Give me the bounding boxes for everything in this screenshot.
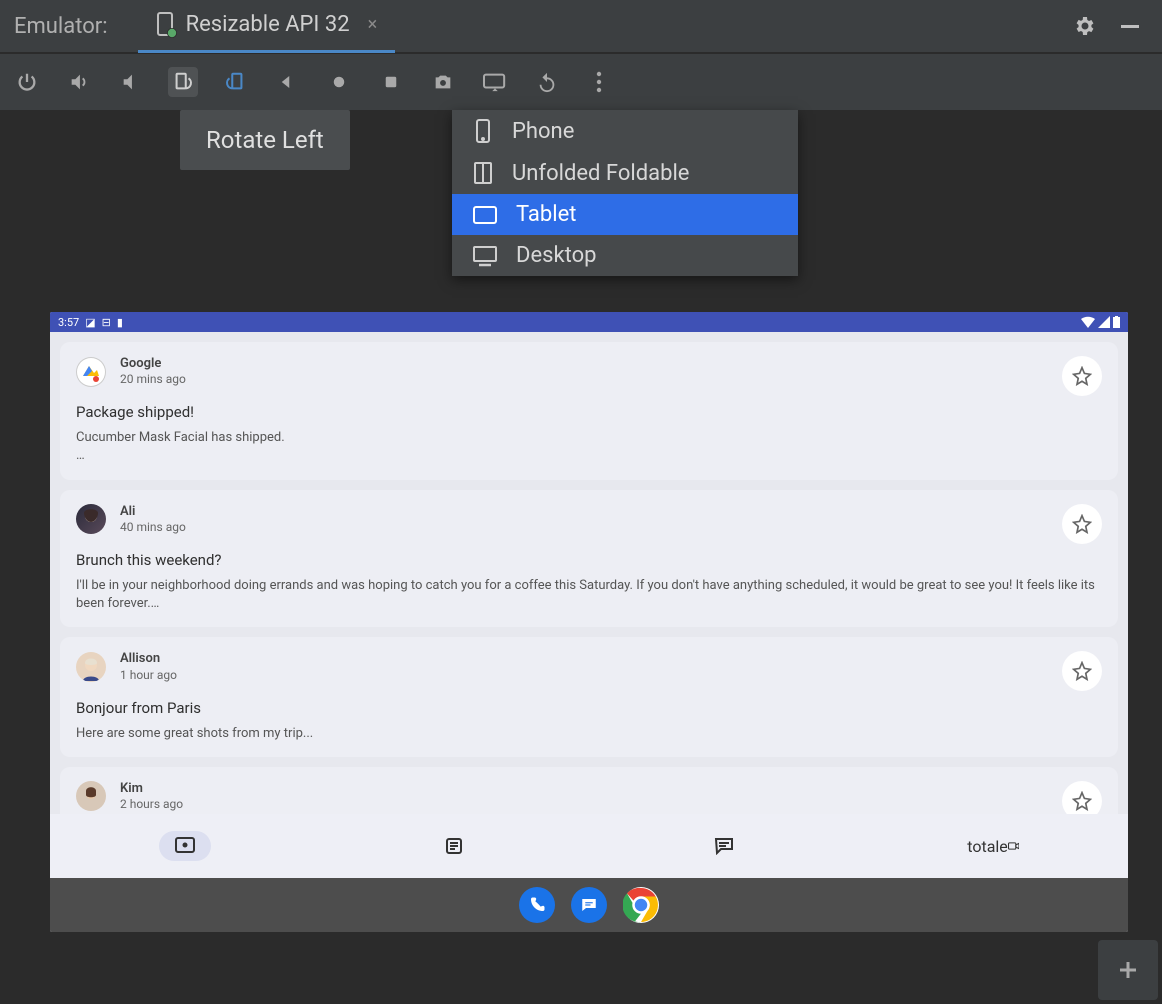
- volume-up-button[interactable]: [64, 67, 94, 97]
- email-card[interactable]: Allison 1 hour ago Bonjour from Paris He…: [60, 637, 1118, 756]
- dropdown-label: Tablet: [516, 202, 576, 227]
- email-sender: Ali 40 mins ago: [120, 504, 186, 535]
- volume-down-button[interactable]: [116, 67, 146, 97]
- signal-icon: [1098, 316, 1110, 328]
- nav-articles[interactable]: [428, 831, 480, 861]
- battery-icon: [1113, 316, 1120, 328]
- star-button[interactable]: [1062, 356, 1102, 396]
- email-sender: Google 20 mins ago: [120, 356, 186, 387]
- rotate-right-button[interactable]: [220, 67, 250, 97]
- tab-title: Resizable API 32: [186, 12, 350, 37]
- phone-app-icon[interactable]: [519, 887, 555, 923]
- star-button[interactable]: [1062, 781, 1102, 814]
- status-icon: ◪: [85, 316, 95, 329]
- wifi-icon: [1081, 316, 1095, 328]
- dropdown-item-foldable[interactable]: Unfolded Foldable: [452, 152, 798, 194]
- email-subject: Package shipped!: [76, 403, 1102, 421]
- emulator-screen[interactable]: 3:57 ◪ ⊟ ▮ Google 20 mins ago: [50, 312, 1128, 932]
- sender-time: 2 hours ago: [120, 797, 183, 812]
- zoom-add-button[interactable]: [1098, 940, 1158, 1000]
- email-card[interactable]: Google 20 mins ago Package shipped! Cucu…: [60, 342, 1118, 480]
- avatar: [76, 652, 106, 682]
- dropdown-label: Desktop: [516, 243, 597, 268]
- sender-time: 20 mins ago: [120, 372, 186, 387]
- email-preview: Cucumber Mask Facial has shipped.…: [76, 429, 1102, 465]
- titlebar-label: Emulator:: [8, 14, 114, 39]
- avatar: [76, 504, 106, 534]
- chrome-app-icon[interactable]: [623, 887, 659, 923]
- snapshot-button[interactable]: [532, 67, 562, 97]
- dropdown-item-tablet[interactable]: Tablet: [452, 194, 798, 235]
- sender-name: Google: [120, 356, 186, 372]
- overview-button[interactable]: [376, 67, 406, 97]
- status-icon: ▮: [117, 316, 123, 329]
- email-sender: Allison 1 hour ago: [120, 651, 177, 682]
- email-preview: I'll be in your neighborhood doing erran…: [76, 577, 1102, 613]
- settings-icon[interactable]: [1072, 14, 1096, 38]
- star-button[interactable]: [1062, 504, 1102, 544]
- nav-inbox[interactable]: [159, 831, 211, 861]
- email-subject: Brunch this weekend?: [76, 551, 1102, 569]
- sender-name: Kim: [120, 781, 183, 797]
- emulator-titlebar: Emulator: Resizable API 32 ×: [0, 0, 1162, 54]
- email-card[interactable]: Kim 2 hours ago High school reunion? Hi …: [60, 767, 1118, 814]
- sender-time: 40 mins ago: [120, 520, 186, 535]
- nav-video[interactable]: totale: [967, 831, 1019, 861]
- more-button[interactable]: [584, 67, 614, 97]
- avatar: [76, 357, 106, 387]
- nav-chat[interactable]: [698, 831, 750, 861]
- email-preview: Here are some great shots from my trip..…: [76, 725, 1102, 743]
- sender-time: 1 hour ago: [120, 668, 177, 683]
- rotate-left-tooltip: Rotate Left: [180, 110, 350, 170]
- device-icon: [156, 12, 178, 38]
- close-tab-icon[interactable]: ×: [368, 14, 378, 35]
- android-status-bar: 3:57 ◪ ⊟ ▮: [50, 312, 1128, 332]
- dropdown-item-phone[interactable]: Phone: [452, 110, 798, 152]
- dropdown-label: Phone: [512, 119, 574, 144]
- dropdown-label: Unfolded Foldable: [512, 161, 689, 186]
- status-icon: ⊟: [102, 316, 111, 329]
- status-time: 3:57: [58, 316, 79, 329]
- star-button[interactable]: [1062, 651, 1102, 691]
- email-card[interactable]: Ali 40 mins ago Brunch this weekend? I'l…: [60, 490, 1118, 628]
- display-mode-button[interactable]: [480, 67, 510, 97]
- dropdown-item-desktop[interactable]: Desktop: [452, 235, 798, 276]
- android-system-nav: [50, 878, 1128, 932]
- back-button[interactable]: [272, 67, 302, 97]
- messages-app-icon[interactable]: [571, 887, 607, 923]
- avatar: [76, 781, 106, 811]
- minimize-icon[interactable]: [1118, 14, 1142, 38]
- power-button[interactable]: [12, 67, 42, 97]
- screenshot-button[interactable]: [428, 67, 458, 97]
- home-button[interactable]: [324, 67, 354, 97]
- sender-name: Allison: [120, 651, 177, 667]
- emulator-tab[interactable]: Resizable API 32 ×: [138, 0, 396, 53]
- emulator-toolbotforward: [0, 54, 1162, 110]
- display-mode-dropdown: Phone Unfolded Foldable Tablet Desktop: [452, 110, 798, 276]
- sender-name: Ali: [120, 504, 186, 520]
- email-subject: Bonjour from Paris: [76, 699, 1102, 717]
- email-sender: Kim 2 hours ago: [120, 781, 183, 812]
- rotate-left-button[interactable]: [168, 67, 198, 97]
- email-list[interactable]: Google 20 mins ago Package shipped! Cucu…: [50, 332, 1128, 814]
- app-bottom-nav: totale: [50, 814, 1128, 878]
